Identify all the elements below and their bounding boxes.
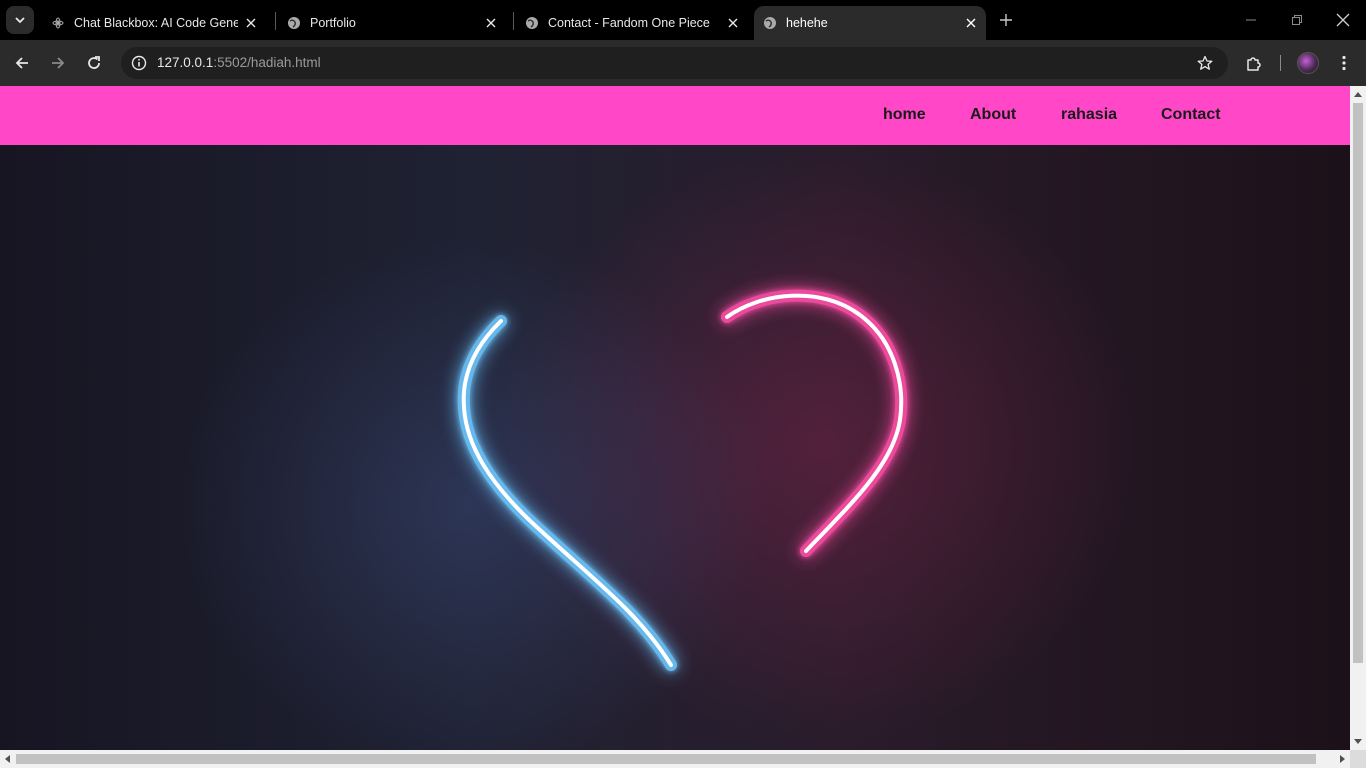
horizontal-scrollbar[interactable] — [0, 750, 1366, 768]
nav-link-home[interactable]: home — [883, 106, 926, 124]
scrollbar-corner — [1350, 750, 1366, 768]
url-host: 127.0.0.1 — [157, 55, 214, 70]
tab-blackbox[interactable]: Chat Blackbox: AI Code Generat — [42, 6, 268, 40]
menu-button[interactable] — [1330, 49, 1358, 77]
tab-title: Chat Blackbox: AI Code Generat — [74, 16, 238, 30]
neon-pink-half — [721, 289, 908, 557]
url-path: :5502/hadiah.html — [213, 55, 321, 70]
tab-search-button[interactable] — [6, 6, 34, 34]
chevron-down-icon — [15, 17, 25, 24]
close-icon — [1336, 13, 1350, 27]
puzzle-icon — [1247, 57, 1261, 71]
scroll-down-arrow-icon[interactable] — [1354, 739, 1362, 744]
address-bar[interactable]: 127.0.0.1:5502/hadiah.html — [121, 47, 1228, 79]
reload-icon — [88, 56, 100, 69]
blackbox-favicon-icon — [50, 15, 66, 31]
restore-icon — [1292, 15, 1302, 25]
close-icon[interactable] — [724, 14, 742, 32]
tab-contact-fandom[interactable]: Contact - Fandom One Piece — [516, 6, 748, 40]
back-button[interactable] — [8, 49, 36, 77]
close-icon[interactable] — [242, 14, 260, 32]
nav-link-rahasia[interactable]: rahasia — [1061, 106, 1117, 124]
url-text[interactable]: 127.0.0.1:5502/hadiah.html — [157, 55, 321, 70]
neon-broken-heart-image — [457, 289, 908, 671]
tab-title: Contact - Fandom One Piece — [548, 16, 710, 30]
arrow-left-icon — [15, 57, 28, 69]
vertical-scroll-thumb[interactable] — [1353, 103, 1363, 663]
restore-button[interactable] — [1285, 8, 1309, 32]
scroll-up-arrow-icon[interactable] — [1354, 92, 1362, 97]
info-icon — [131, 55, 147, 71]
tab-title: hehehe — [786, 16, 828, 30]
neon-blue-half — [457, 315, 677, 671]
new-tab-button[interactable] — [994, 9, 1018, 31]
horizontal-scroll-thumb[interactable] — [16, 754, 1316, 764]
globe-icon — [762, 15, 778, 31]
tab-separator — [275, 12, 276, 30]
vertical-scrollbar[interactable] — [1350, 86, 1366, 750]
reload-button[interactable] — [80, 49, 108, 77]
tab-title: Portfolio — [310, 16, 356, 30]
more-vertical-icon — [1342, 55, 1346, 71]
minimize-icon — [1246, 19, 1256, 21]
hero-section — [0, 145, 1350, 750]
globe-icon — [286, 15, 302, 31]
scroll-left-arrow-icon[interactable] — [5, 755, 10, 763]
tab-strip: Chat Blackbox: AI Code Generat Portfolio… — [0, 0, 1366, 40]
site-navbar: home About rahasia Contact — [0, 86, 1350, 145]
star-icon — [1197, 55, 1213, 70]
nav-link-about[interactable]: About — [970, 106, 1016, 124]
profile-avatar[interactable] — [1297, 52, 1319, 74]
tab-separator — [513, 12, 514, 30]
page-viewport: home About rahasia Contact — [0, 86, 1350, 750]
toolbar-divider — [1280, 55, 1281, 71]
scroll-right-arrow-icon[interactable] — [1340, 755, 1345, 763]
nav-link-contact[interactable]: Contact — [1161, 106, 1221, 124]
minimize-button[interactable] — [1239, 8, 1263, 32]
close-window-button[interactable] — [1331, 8, 1355, 32]
plus-icon — [1000, 14, 1012, 26]
extensions-button[interactable] — [1240, 49, 1268, 77]
site-info-button[interactable] — [127, 51, 151, 75]
browser-toolbar: 127.0.0.1:5502/hadiah.html — [0, 40, 1366, 86]
close-icon[interactable] — [962, 14, 980, 32]
forward-button[interactable] — [44, 49, 72, 77]
tab-portfolio[interactable]: Portfolio — [278, 6, 506, 40]
globe-icon — [524, 15, 540, 31]
close-icon[interactable] — [482, 14, 500, 32]
tab-hehehe[interactable]: hehehe — [754, 6, 986, 40]
bookmark-button[interactable] — [1194, 52, 1216, 74]
arrow-right-icon — [52, 57, 65, 69]
